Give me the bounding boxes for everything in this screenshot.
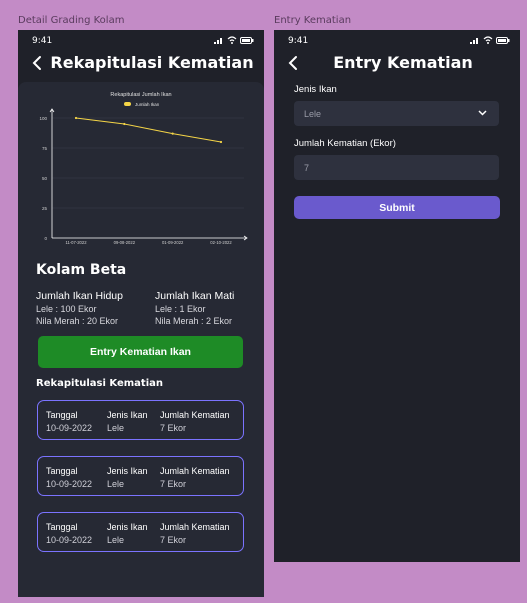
fish-type-value: Lele [304, 108, 322, 119]
count-label: Jumlah Kematian [160, 410, 230, 420]
frame-label-left: Detail Grading Kolam [18, 15, 125, 26]
alive-line-1: Lele : 100 Ekor [36, 304, 97, 314]
battery-icon [496, 36, 510, 44]
chart-title: Rekapitulasi Jumlah Ikan [110, 92, 171, 98]
fish-type-label: Jenis Ikan [294, 84, 337, 95]
alive-line-2: Nila Merah : 20 Ekor [36, 316, 119, 326]
y-tick-label: 100 [39, 116, 47, 121]
date-label: Tanggal [46, 410, 78, 420]
record-count: Jumlah Kematian 7 Ekor [160, 521, 230, 547]
page-title: Entry Kematian [333, 53, 473, 72]
data-point [123, 122, 126, 126]
left-phone-screen: 9:41 Rekapitulasi Kematian Rekapitulasi … [18, 30, 264, 597]
fish-type-select[interactable]: Lele [294, 101, 499, 126]
wifi-icon [227, 36, 237, 44]
date-value: 10-09-2022 [46, 479, 93, 489]
legend-swatch [124, 102, 131, 106]
count-value: 7 Ekor [160, 479, 187, 489]
status-time: 9:41 [288, 36, 309, 46]
date-value: 10-09-2022 [46, 535, 93, 545]
type-value: Lele [107, 423, 125, 433]
record-type: Jenis Ikan Lele [107, 465, 148, 491]
battery-icon [240, 36, 254, 44]
dead-heading: Jumlah Ikan Mati [155, 290, 235, 302]
count-value: 7 Ekor [160, 423, 187, 433]
alive-heading: Jumlah Ikan Hidup [36, 290, 123, 302]
record-type: Jenis Ikan Lele [107, 521, 148, 547]
chevron-down-icon [478, 110, 487, 116]
pond-name: Kolam Beta [36, 262, 127, 278]
record-card[interactable]: Tanggal 10-09-2022 Jenis Ikan Lele Jumlah … [37, 400, 244, 440]
record-type: Jenis Ikan Lele [107, 409, 148, 435]
x-tick-label: 02-10-2022 [210, 240, 232, 245]
entry-kematian-button[interactable]: Entry Kematian Ikan [38, 336, 243, 368]
date-value: 10-09-2022 [46, 423, 93, 433]
x-tick-label: 01-09-2022 [162, 240, 184, 245]
type-label: Jenis Ikan [107, 466, 148, 476]
death-count-placeholder: 7 [304, 162, 310, 173]
data-point [74, 116, 78, 120]
type-value: Lele [107, 535, 125, 545]
record-date: Tanggal 10-09-2022 [46, 409, 92, 435]
recap-heading: Rekapitulasi Kematian [36, 378, 164, 389]
y-tick-label: 75 [42, 146, 48, 151]
y-tick-label: 0 [44, 236, 47, 241]
signal-icon [214, 37, 222, 44]
count-label: Jumlah Kematian [160, 466, 230, 476]
death-count-label: Jumlah Kematian (Ekor) [294, 138, 396, 149]
type-label: Jenis Ikan [107, 522, 148, 532]
series-line [75, 117, 222, 143]
wifi-icon [483, 36, 493, 44]
legend-label: Jumlah Ikan [135, 102, 160, 107]
record-date: Tanggal 10-09-2022 [46, 465, 92, 491]
signal-icon [470, 37, 478, 44]
record-card[interactable]: Tanggal 10-09-2022 Jenis Ikan Lele Jumlah … [37, 512, 244, 552]
page-title: Rekapitulasi Kematian [50, 53, 254, 72]
status-bar: 9:41 [274, 30, 520, 50]
right-phone-screen: 9:41 Entry Kematian Jenis Ikan Lele Juml… [274, 30, 520, 562]
date-label: Tanggal [46, 466, 78, 476]
date-label: Tanggal [46, 522, 78, 532]
y-tick-label: 50 [42, 176, 48, 181]
status-icons [470, 36, 510, 44]
line-chart: Rekapitulasi Jumlah Ikan Jumlah Ikan 0 25… [39, 92, 248, 245]
status-time: 9:41 [32, 36, 53, 46]
dead-line-2: Nila Merah : 2 Ekor [155, 316, 233, 326]
frame-label-right: Entry Kematian [274, 15, 352, 26]
count-value: 7 Ekor [160, 535, 187, 545]
type-value: Lele [107, 479, 125, 489]
data-point [171, 132, 174, 135]
y-tick-label: 25 [42, 206, 48, 211]
content-panel: Rekapitulasi Jumlah Ikan Jumlah Ikan 0 25… [18, 82, 264, 597]
submit-button[interactable]: Submit [294, 196, 500, 219]
death-count-input[interactable]: 7 [294, 155, 499, 180]
count-label: Jumlah Kematian [160, 522, 230, 532]
status-icons [214, 36, 254, 44]
type-label: Jenis Ikan [107, 410, 148, 420]
status-bar: 9:41 [18, 30, 264, 50]
data-point [219, 140, 223, 144]
nav-bar: Rekapitulasi Kematian [18, 50, 264, 76]
record-date: Tanggal 10-09-2022 [46, 521, 92, 547]
record-count: Jumlah Kematian 7 Ekor [160, 465, 230, 491]
record-count: Jumlah Kematian 7 Ekor [160, 409, 230, 435]
x-tick-label: 11-07-2022 [65, 240, 87, 245]
dead-line-1: Lele : 1 Ekor [155, 304, 206, 314]
record-card[interactable]: Tanggal 10-09-2022 Jenis Ikan Lele Jumlah … [37, 456, 244, 496]
nav-bar: Entry Kematian [274, 50, 520, 76]
x-tick-label: 09-08-2022 [114, 240, 136, 245]
